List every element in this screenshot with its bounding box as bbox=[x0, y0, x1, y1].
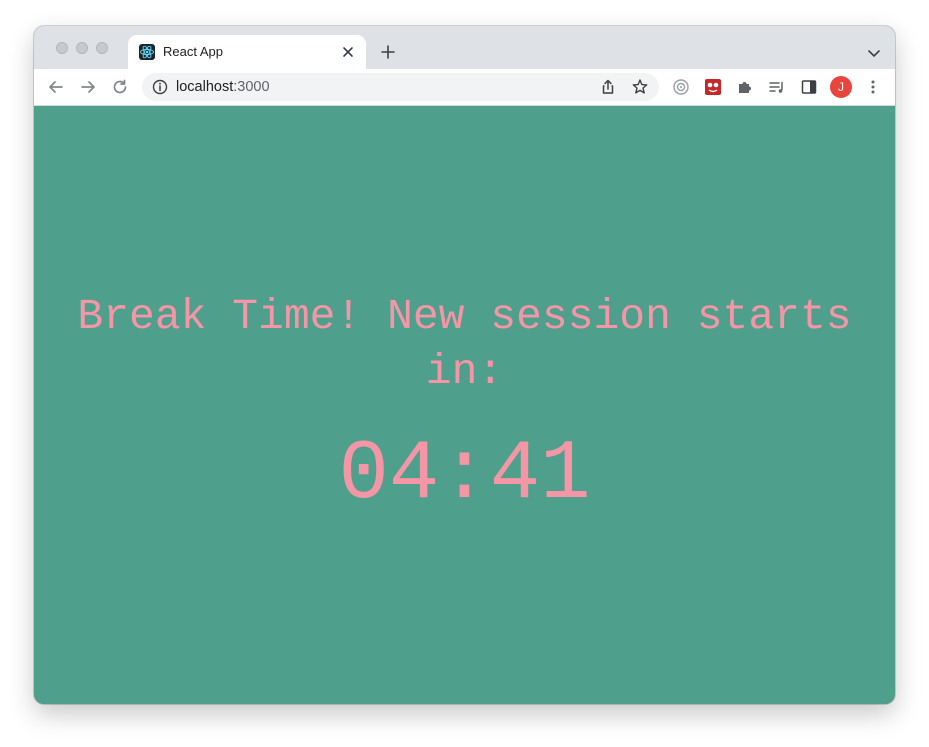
forward-arrow-icon[interactable] bbox=[79, 78, 97, 96]
url-port: :3000 bbox=[233, 79, 270, 95]
tab-search-chevron-icon[interactable] bbox=[867, 46, 881, 58]
share-icon[interactable] bbox=[599, 78, 617, 96]
close-tab-icon[interactable] bbox=[340, 44, 356, 60]
address-bar[interactable]: localhost:3000 bbox=[142, 73, 659, 101]
media-queue-icon[interactable] bbox=[768, 78, 786, 96]
browser-window: React App localhost:3000 J Break Time! N… bbox=[34, 26, 895, 704]
countdown-timer: 04:41 bbox=[338, 428, 591, 523]
tab-title: React App bbox=[163, 44, 223, 59]
extensions-puzzle-icon[interactable] bbox=[736, 78, 754, 96]
url-host: localhost bbox=[176, 79, 234, 95]
browser-toolbar: localhost:3000 J bbox=[34, 69, 895, 106]
maximize-window-button[interactable] bbox=[96, 42, 108, 54]
page-content: Break Time! New session starts in: 04:41 bbox=[34, 106, 895, 704]
tab-react-app[interactable]: React App bbox=[128, 35, 366, 69]
new-tab-button[interactable] bbox=[380, 44, 396, 60]
minimize-window-button[interactable] bbox=[76, 42, 88, 54]
extension-red-icon[interactable] bbox=[704, 78, 722, 96]
side-panel-icon[interactable] bbox=[800, 78, 818, 96]
reload-icon[interactable] bbox=[111, 78, 129, 96]
site-info-icon[interactable] bbox=[151, 78, 169, 96]
bookmark-star-icon[interactable] bbox=[631, 78, 649, 96]
profile-avatar[interactable]: J bbox=[830, 76, 852, 98]
react-logo-icon bbox=[139, 44, 155, 60]
close-window-button[interactable] bbox=[56, 42, 68, 54]
tab-strip: React App bbox=[34, 26, 895, 69]
back-arrow-icon[interactable] bbox=[47, 78, 65, 96]
break-message: Break Time! New session starts in: bbox=[77, 292, 852, 396]
url-text: localhost:3000 bbox=[176, 79, 270, 96]
more-menu-icon[interactable] bbox=[864, 78, 882, 96]
extension-timer-icon[interactable] bbox=[672, 78, 690, 96]
